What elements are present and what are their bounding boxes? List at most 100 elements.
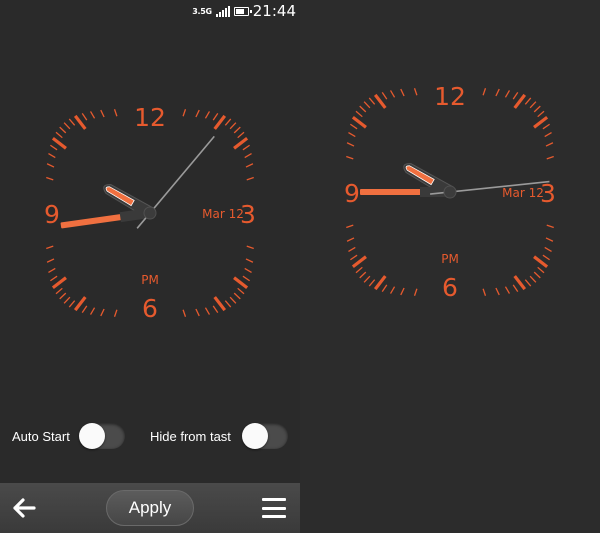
back-arrow-icon (13, 498, 36, 518)
minute-tick (113, 109, 118, 117)
settings-pane: 3.5G 21:44 12 3 6 9 Mar 12 PM Auto Start Hide… (0, 0, 300, 533)
minute-tick (533, 271, 541, 279)
clock-numeral: 12 (134, 103, 166, 132)
minute-tick (529, 275, 537, 283)
minute-tick (229, 296, 237, 304)
minute-tick (524, 279, 532, 287)
minute-tick (389, 90, 396, 98)
minute-tick (368, 97, 376, 105)
minute-tick (400, 287, 405, 296)
minute-tick (546, 224, 554, 229)
hide-from-task-label: Hide from tast (150, 429, 231, 444)
minute-tick (50, 144, 58, 151)
minute-tick (512, 284, 519, 292)
status-time: 21:44 (252, 2, 296, 20)
hour-tick (351, 115, 367, 129)
minute-tick (204, 111, 211, 119)
minute-tick (59, 126, 67, 134)
back-button[interactable] (10, 495, 38, 521)
minute-tick (55, 287, 63, 295)
clock-hub (443, 185, 457, 199)
apply-button[interactable]: Apply (106, 490, 194, 526)
minute-tick (542, 123, 550, 130)
minute-tick (533, 105, 541, 113)
clock-preview: 12 3 6 9 Mar 12 PM (40, 103, 260, 323)
minute-tick (244, 152, 252, 159)
minute-tick (55, 131, 63, 139)
minute-tick (224, 300, 232, 308)
minute-tick (81, 305, 88, 313)
minute-tick (246, 176, 254, 181)
minute-tick (63, 296, 71, 304)
minute-tick (48, 152, 56, 159)
minute-tick (368, 279, 376, 287)
minute-tick (346, 155, 354, 160)
minute-tick (537, 110, 545, 118)
battery-icon (233, 6, 252, 16)
clock-face: 12369 Mar 12PM (44, 103, 256, 323)
minute-tick (537, 266, 545, 274)
hour-tick (73, 296, 87, 312)
minute-tick (495, 88, 500, 97)
meridiem-label: PM (141, 273, 159, 287)
minute-tick (46, 163, 55, 168)
clock-numeral: 6 (142, 294, 158, 323)
clock-pane: 12 3 6 9 Mar 12 PM (300, 0, 600, 533)
minute-tick (68, 300, 76, 308)
minute-tick (237, 287, 245, 295)
minute-tick (182, 109, 187, 117)
minute-tick (212, 113, 219, 121)
minute-tick (348, 246, 356, 253)
minute-tick (246, 245, 254, 250)
minute-tick (355, 266, 363, 274)
minute-tick (524, 97, 532, 105)
minute-tick (50, 275, 58, 282)
minute-tick (233, 292, 241, 300)
clock-hub (143, 206, 157, 220)
minute-tick (233, 126, 241, 134)
status-bar: 3.5G 21:44 (192, 2, 296, 20)
minute-tick (48, 267, 56, 274)
minute-tick (544, 131, 552, 138)
minute-tick (224, 118, 232, 126)
minute-tick (242, 144, 250, 151)
network-type: 3.5G (192, 6, 212, 16)
minute-tick (359, 271, 367, 279)
minute-tick (229, 122, 237, 130)
signal-icon (215, 5, 230, 17)
minute-tick (204, 307, 211, 315)
minute-tick (529, 101, 537, 109)
minute-tick (195, 109, 200, 118)
hour-tick (51, 276, 67, 290)
minute-tick (512, 92, 519, 100)
minute-tick (504, 90, 511, 98)
menu-icon[interactable] (262, 498, 286, 518)
minute-tick (504, 286, 511, 294)
screen: 3.5G 21:44 12 3 6 9 Mar 12 PM Auto Start Hide… (0, 0, 600, 533)
minute-tick (544, 246, 552, 253)
minute-tick (363, 101, 371, 109)
minute-tick (359, 105, 367, 113)
hour-tick (73, 114, 87, 130)
minute-tick (389, 286, 396, 294)
hour-tick (513, 275, 527, 291)
minute-tick (237, 131, 245, 139)
minute-tick (245, 163, 254, 168)
minute-tick (46, 258, 55, 263)
hour-tick (213, 114, 227, 130)
minute-tick (381, 92, 388, 100)
clock-numeral: 6 (442, 273, 458, 302)
hour-tick (533, 115, 549, 129)
minute-tick (350, 254, 358, 261)
minute-tick (346, 224, 354, 229)
minute-tick (545, 142, 554, 147)
hide-from-task-toggle[interactable] (242, 423, 288, 449)
minute-tick (346, 237, 355, 242)
hour-tick (533, 255, 549, 269)
hour-tick (233, 276, 249, 290)
minute-tick (59, 292, 67, 300)
auto-start-toggle[interactable] (79, 423, 125, 449)
minute-tick (355, 110, 363, 118)
minute-tick (542, 254, 550, 261)
minute-tick (81, 113, 88, 121)
